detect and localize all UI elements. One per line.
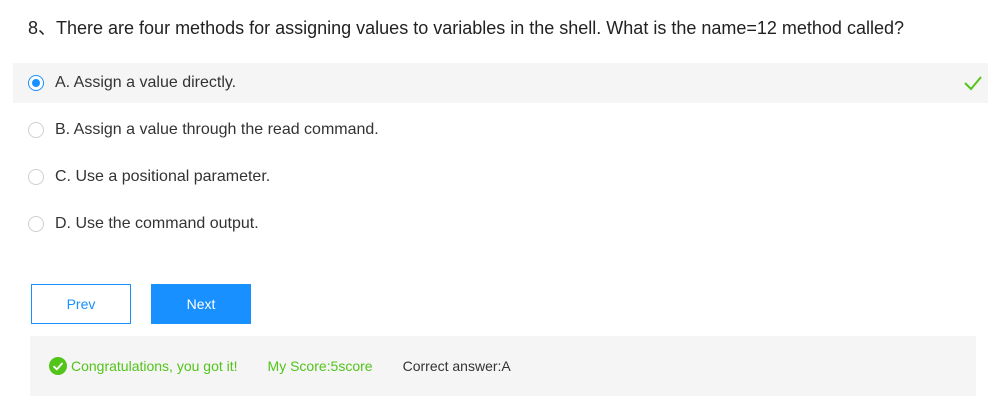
radio-button-d[interactable] (28, 216, 44, 232)
correct-answer-text: Correct answer:A (402, 358, 511, 374)
check-icon (964, 76, 982, 91)
option-b[interactable]: B. Assign a value through the read comma… (13, 110, 988, 150)
option-label-b: B. Assign a value through the read comma… (55, 121, 379, 138)
radio-button-c[interactable] (28, 169, 44, 185)
option-label-c: C. Use a positional parameter. (55, 168, 271, 185)
option-a[interactable]: A. Assign a value directly. (13, 63, 988, 103)
score-text: My Score:5score (267, 358, 373, 374)
option-label-a: A. Assign a value directly. (55, 74, 237, 91)
next-button[interactable]: Next (151, 284, 251, 324)
radio-button-a[interactable] (28, 75, 44, 91)
success-check-icon (49, 357, 67, 375)
question-text: 8、There are four methods for assigning v… (28, 18, 904, 38)
option-d[interactable]: D. Use the command output. (13, 204, 988, 244)
congrats-text: Congratulations, you got it! (71, 358, 238, 374)
options-list: A. Assign a value directly. B. Assign a … (13, 63, 988, 251)
option-c[interactable]: C. Use a positional parameter. (13, 157, 988, 197)
option-label-d: D. Use the command output. (55, 215, 259, 232)
radio-button-b[interactable] (28, 122, 44, 138)
result-panel: Congratulations, you got it! My Score:5s… (30, 336, 976, 396)
prev-button[interactable]: Prev (31, 284, 131, 324)
